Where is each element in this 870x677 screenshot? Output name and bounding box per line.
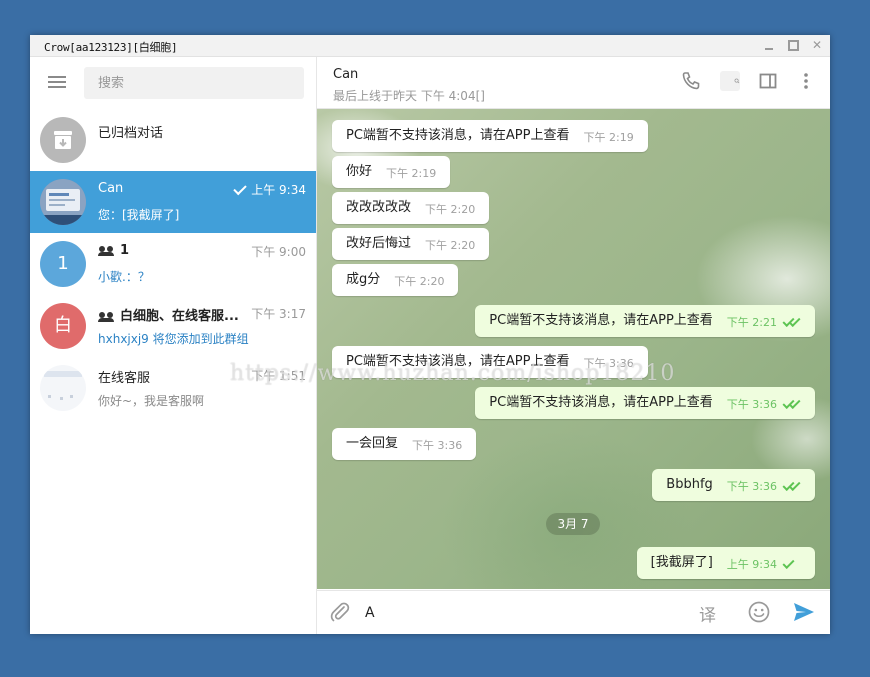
close-button[interactable]: ✕ bbox=[808, 37, 826, 53]
message-text: Bbbhfg bbox=[666, 477, 713, 492]
double-check-icon bbox=[783, 399, 801, 409]
archived-chats-item[interactable]: 已归档对话 bbox=[30, 109, 316, 171]
chat-preview: hxhxjxj9 将您添加到此群组 bbox=[98, 332, 249, 346]
message-time: 下午 3:36 bbox=[412, 439, 463, 452]
message-bubble[interactable]: 改好后悔过 下午 2:20 bbox=[332, 228, 490, 260]
message-text: PC端暂不支持该消息，请在APP上查看 bbox=[489, 395, 713, 410]
message-bubble[interactable]: 成g分 下午 2:20 bbox=[332, 264, 459, 296]
sidebar-toggle-icon[interactable] bbox=[758, 71, 778, 91]
message-time: 下午 2:20 bbox=[394, 275, 445, 288]
menu-icon[interactable] bbox=[48, 74, 66, 90]
message-bubble-out[interactable]: Bbbhfg 下午 3:36 bbox=[652, 469, 815, 501]
date-separator: 3月 7 bbox=[546, 513, 600, 535]
archive-icon bbox=[40, 117, 86, 163]
last-seen-status: 最后上线于昨天 下午 4:04[] bbox=[333, 89, 485, 103]
chat-name: Can bbox=[98, 181, 124, 196]
chat-sidebar: 已归档对话 Can 上午 9:34 您：[我截屏了] 1 1 下午 9:00 bbox=[30, 57, 317, 634]
message-text: PC端暂不支持该消息，请在APP上查看 bbox=[346, 128, 570, 143]
chat-name: 1 bbox=[98, 243, 129, 258]
avatar bbox=[40, 179, 86, 225]
app-window: Crow[aa123123][白细胞] ✕ 已归档对话 bbox=[30, 35, 830, 634]
message-text: 你好 bbox=[346, 164, 373, 179]
chat-preview: 你好~，我是客服啊 bbox=[98, 394, 205, 408]
group-icon bbox=[98, 245, 116, 256]
message-composer: 译 bbox=[317, 590, 830, 634]
chat-time: 上午 9:34 bbox=[233, 181, 306, 198]
title-bar: Crow[aa123123][白细胞] ✕ bbox=[30, 35, 830, 57]
chat-preview: 小歡.：？ bbox=[98, 270, 150, 284]
message-list[interactable]: PC端暂不支持该消息，请在APP上查看 下午 2:19 你好 下午 2:19 改改改… bbox=[317, 109, 830, 589]
message-text: 改好后悔过 bbox=[346, 236, 412, 251]
phone-icon[interactable] bbox=[681, 71, 701, 91]
avatar: 1 bbox=[40, 241, 86, 287]
maximize-button[interactable] bbox=[784, 37, 802, 53]
watermark: https://www.huzhan.com/ishop18210 bbox=[230, 361, 676, 386]
minimize-button[interactable] bbox=[760, 37, 778, 53]
more-options-icon[interactable] bbox=[796, 71, 816, 91]
chat-title: Can bbox=[333, 67, 359, 82]
message-time: 下午 2:20 bbox=[425, 239, 476, 252]
message-time: 下午 2:19 bbox=[583, 131, 634, 144]
message-time: 下午 2:21 bbox=[727, 305, 801, 341]
message-time: 下午 2:19 bbox=[386, 167, 437, 180]
message-text: PC端暂不支持该消息，请在APP上查看 bbox=[489, 313, 713, 328]
message-bubble[interactable]: 你好 下午 2:19 bbox=[332, 156, 451, 188]
message-bubble[interactable]: PC端暂不支持该消息，请在APP上查看 下午 2:19 bbox=[332, 120, 648, 152]
message-text: [我截屏了] bbox=[650, 555, 713, 570]
message-bubble[interactable]: 改改改改改 下午 2:20 bbox=[332, 192, 490, 224]
group-icon bbox=[98, 311, 116, 322]
chat-item-1[interactable]: 1 1 下午 9:00 小歡.：？ bbox=[30, 233, 316, 295]
single-check-icon bbox=[783, 559, 801, 569]
chat-item-group[interactable]: 白 白细胞、在线客服... 下午 3:17 hxhxjxj9 将您添加到此群组 bbox=[30, 295, 316, 357]
attach-icon[interactable] bbox=[329, 601, 351, 623]
chat-item-can[interactable]: Can 上午 9:34 您：[我截屏了] bbox=[30, 171, 316, 233]
archived-label: 已归档对话 bbox=[98, 126, 164, 141]
message-text: 一会回复 bbox=[346, 436, 399, 451]
chat-name: 在线客服 bbox=[98, 371, 151, 386]
message-time: 上午 9:34 bbox=[727, 547, 801, 583]
window-title: Crow[aa123123][白细胞] bbox=[44, 41, 178, 54]
message-time: 下午 3:36 bbox=[727, 387, 801, 423]
send-icon[interactable] bbox=[792, 600, 816, 624]
message-bubble-out[interactable]: PC端暂不支持该消息，请在APP上查看 下午 2:21 bbox=[475, 305, 815, 337]
chat-name: 白细胞、在线客服... bbox=[98, 305, 239, 324]
chat-header: Can 最后上线于昨天 下午 4:04[] bbox=[317, 57, 830, 109]
avatar: 白 bbox=[40, 303, 86, 349]
emoji-icon[interactable] bbox=[748, 601, 770, 623]
avatar bbox=[40, 365, 86, 411]
message-time: 下午 3:36 bbox=[727, 469, 801, 505]
chat-time: 下午 3:17 bbox=[251, 307, 306, 321]
chat-preview: 您：[我截屏了] bbox=[98, 208, 180, 222]
search-icon[interactable] bbox=[720, 71, 740, 91]
message-bubble-out[interactable]: PC端暂不支持该消息，请在APP上查看 下午 3:36 bbox=[475, 387, 815, 419]
message-text: 成g分 bbox=[346, 272, 381, 287]
message-bubble[interactable]: 一会回复 下午 3:36 bbox=[332, 428, 477, 460]
double-check-icon bbox=[783, 481, 801, 491]
read-check-icon bbox=[233, 181, 247, 196]
search-input[interactable] bbox=[84, 67, 304, 99]
message-input[interactable] bbox=[363, 597, 687, 629]
message-time: 下午 2:20 bbox=[425, 203, 476, 216]
double-check-icon bbox=[783, 317, 801, 327]
translate-button[interactable]: 译 bbox=[699, 601, 716, 626]
message-bubble-out[interactable]: [我截屏了] 上午 9:34 bbox=[636, 547, 815, 579]
message-text: 改改改改改 bbox=[346, 200, 412, 215]
chat-time: 下午 9:00 bbox=[251, 245, 306, 259]
